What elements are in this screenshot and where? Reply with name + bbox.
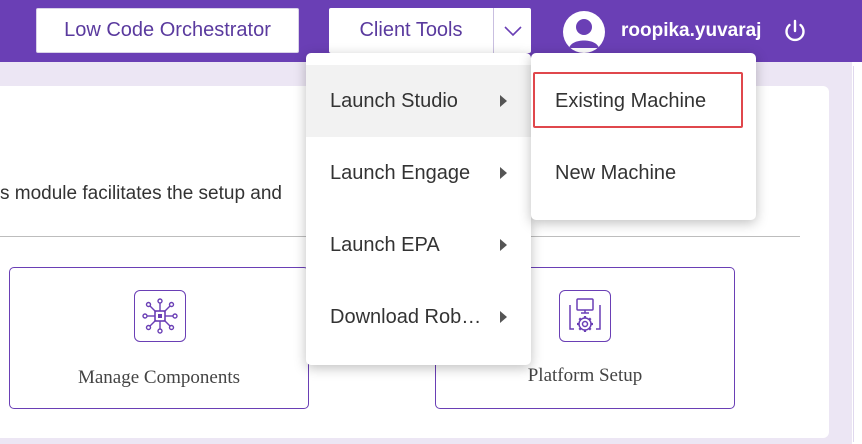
platform-setup-icon [559,290,611,342]
client-tools-split-button: Client Tools [329,8,531,53]
caret-right-icon [500,311,507,323]
menu-item-label: Launch Studio [330,89,458,112]
menu-item-label: Download Rob… [330,305,482,328]
client-tools-dropdown-toggle[interactable] [494,8,531,53]
client-tools-menu: Launch Studio Launch Engage Launch EPA D… [306,53,531,365]
submenu-item-new-machine[interactable]: New Machine [531,136,756,208]
menu-item-launch-epa[interactable]: Launch EPA [306,209,531,281]
caret-right-icon [500,167,507,179]
caret-right-icon [500,95,507,107]
username-label[interactable]: roopika.yuvaraj [621,18,761,44]
launch-studio-submenu: Existing Machine New Machine [531,53,756,220]
tile-manage-components[interactable]: Manage Components [9,267,309,409]
menu-item-launch-engage[interactable]: Launch Engage [306,137,531,209]
menu-item-launch-studio[interactable]: Launch Studio [306,65,531,137]
power-icon[interactable] [780,16,810,46]
scrollbar[interactable] [852,62,862,444]
highlight-annotation [533,72,743,128]
client-tools-button[interactable]: Client Tools [329,8,493,53]
menu-item-label: Launch EPA [330,233,440,256]
scrollbar-thumb[interactable] [853,66,861,442]
module-description: s module facilitates the setup and [0,183,283,204]
components-icon [134,290,186,342]
menu-item-label: Launch Engage [330,161,471,184]
chevron-down-icon [503,25,522,36]
low-code-orchestrator-button[interactable]: Low Code Orchestrator [36,8,299,53]
tile-label: Platform Setup [527,365,643,386]
menu-item-download-robot[interactable]: Download Rob… [306,281,531,353]
user-avatar-icon[interactable] [563,11,605,53]
caret-right-icon [500,239,507,251]
submenu-item-label: New Machine [555,162,677,184]
tile-label: Manage Components [77,367,240,388]
